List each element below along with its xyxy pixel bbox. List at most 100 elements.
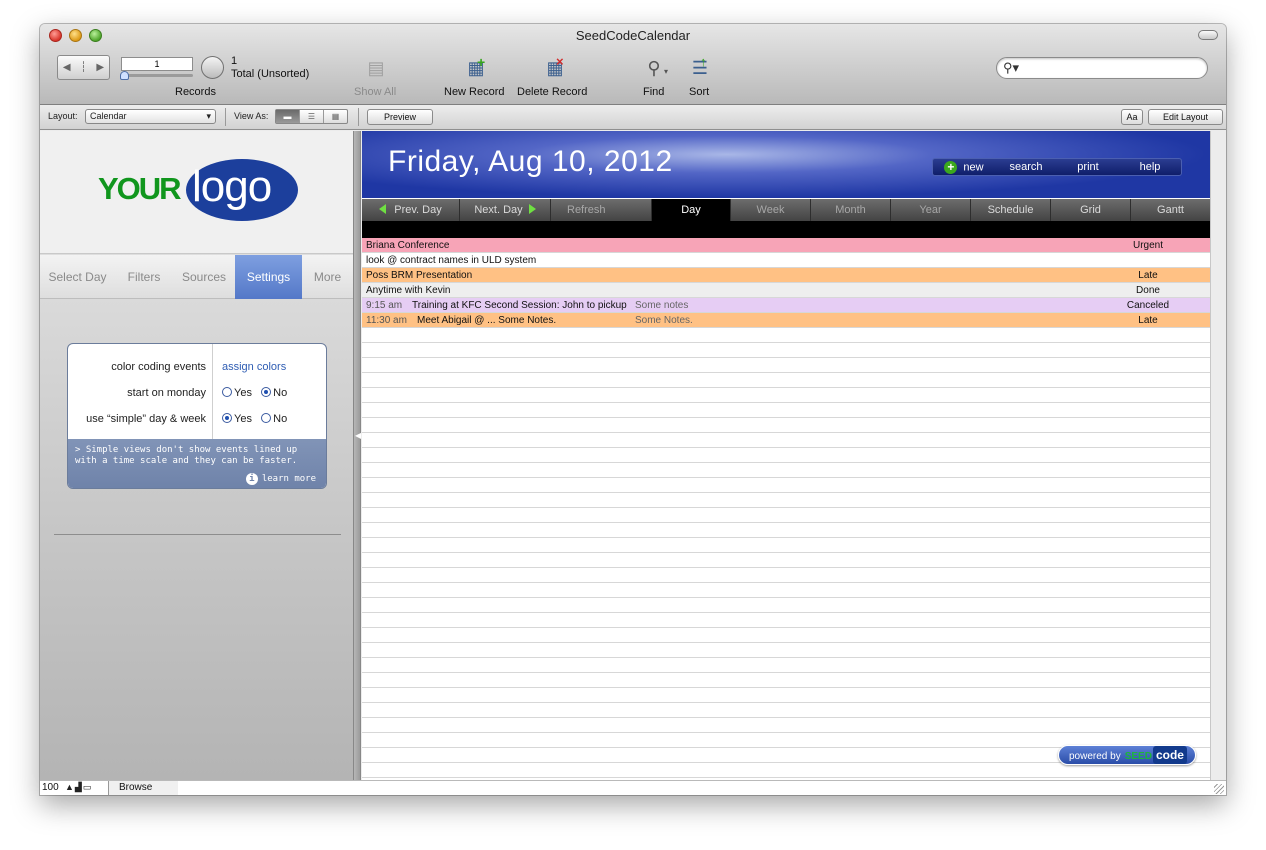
event-title: Meet Abigail @ ... Some Notes. [417, 315, 557, 326]
tab-settings[interactable]: Settings [235, 255, 302, 299]
sort-icon[interactable]: ☰ ↑ [688, 54, 712, 81]
edit-layout-button[interactable]: Edit Layout [1148, 109, 1223, 125]
arrow-left-icon [379, 204, 387, 214]
powered-by-badge[interactable]: powered by SEED code [1058, 745, 1196, 765]
layout-select[interactable]: Calendar ▾ [85, 109, 216, 124]
find-button[interactable]: Find [643, 86, 664, 98]
next-day-button[interactable]: Next. Day [460, 199, 551, 221]
find-icon[interactable]: ⚲ ▾ [642, 57, 668, 81]
event-row[interactable]: Anytime with Kevin Done [362, 283, 1210, 298]
next-record-icon[interactable]: ▶ [96, 62, 104, 73]
event-notes: Some notes [635, 300, 689, 311]
view-as-label: View As: [234, 111, 269, 121]
quick-find-search[interactable]: ⚲▾ [996, 57, 1208, 79]
tab-gantt[interactable]: Gantt [1131, 199, 1210, 221]
setting-label: color coding events [111, 361, 206, 373]
settings-panel: color coding events assign colors start … [67, 343, 327, 489]
record-book-navigator[interactable]: ◀ ┆ ▶ [57, 55, 110, 80]
start-monday-yes-radio[interactable] [222, 387, 232, 397]
panel-splitter[interactable]: ◀ [353, 131, 361, 780]
radio-label: No [273, 387, 288, 399]
layout-bar: Layout: Calendar ▾ View As: ▬ ☰ ▦ Previe… [40, 105, 1226, 130]
tab-sources[interactable]: Sources [173, 255, 235, 299]
assign-colors-link[interactable]: assign colors [222, 357, 286, 377]
zoom-level[interactable]: 100 [42, 782, 59, 793]
setting-label: use “simple” day & week [86, 413, 206, 425]
toolbar-toggle-button[interactable] [1198, 30, 1218, 40]
view-table-icon[interactable]: ▦ [324, 110, 347, 123]
simple-views-no-radio[interactable] [261, 413, 272, 423]
record-count: 1 Total (Unsorted) [231, 55, 309, 81]
tab-year[interactable]: Year [891, 199, 971, 221]
sort-button[interactable]: Sort [689, 86, 709, 98]
search-button[interactable]: search [995, 161, 1057, 173]
current-record-field[interactable]: 1 [121, 57, 193, 71]
prev-day-button[interactable]: Prev. Day [362, 199, 460, 221]
calendar-main: Friday, Aug 10, 2012 + new search print h… [362, 131, 1210, 780]
tab-filters[interactable]: Filters [115, 255, 173, 299]
next-day-label: Next. Day [474, 204, 523, 216]
app-window: SeedCodeCalendar ◀ ┆ ▶ 1 1 Total (Unsort… [40, 24, 1226, 795]
setting-start-monday: start on monday Yes No [68, 383, 326, 403]
delete-record-button[interactable]: Delete Record [517, 86, 587, 98]
record-total: 1 [231, 55, 238, 67]
learn-more-link[interactable]: i learn more [245, 473, 316, 485]
show-all-icon: ▤ [367, 58, 385, 78]
event-row[interactable]: look @ contract names in ULD system [362, 253, 1210, 268]
view-list-icon[interactable]: ☰ [300, 110, 324, 123]
new-event-button[interactable]: + new [933, 160, 995, 174]
show-all-button[interactable]: Show All [354, 86, 396, 98]
simple-views-yes-radio[interactable] [222, 413, 232, 423]
all-day-header [362, 221, 1210, 238]
event-row[interactable]: Poss BRM Presentation Late [362, 268, 1210, 283]
records-label: Records [175, 86, 216, 98]
tab-day[interactable]: Day [652, 199, 731, 221]
event-status: Urgent [1132, 240, 1163, 251]
tab-grid[interactable]: Grid [1051, 199, 1131, 221]
collapse-arrow-icon[interactable]: ◀ [355, 431, 361, 440]
text-formatting-button[interactable]: Aa [1121, 109, 1143, 125]
event-row[interactable]: 11:30 am Meet Abigail @ ... Some Notes. So… [362, 313, 1210, 328]
vertical-scrollbar[interactable] [1210, 131, 1226, 780]
event-status: Canceled [1126, 300, 1170, 311]
record-slider[interactable] [121, 74, 193, 77]
help-button[interactable]: help [1119, 161, 1181, 173]
view-as-segmented[interactable]: ▬ ☰ ▦ [275, 109, 348, 124]
refresh-button[interactable]: Refresh [551, 199, 652, 221]
simple-views-options: Yes No [222, 409, 287, 429]
event-title: look @ contract names in ULD system [366, 255, 537, 266]
event-title: Anytime with Kevin [366, 285, 451, 296]
start-monday-no-radio[interactable] [261, 387, 272, 397]
tab-month[interactable]: Month [811, 199, 891, 221]
radio-label: No [273, 413, 288, 425]
mode-indicator[interactable]: Browse [108, 781, 178, 795]
record-sort-status: Total (Unsorted) [231, 68, 310, 80]
event-status: Done [1136, 285, 1160, 296]
tab-more[interactable]: More [302, 255, 353, 299]
delete-record-icon[interactable]: ▦ × [543, 54, 567, 81]
view-form-icon[interactable]: ▬ [276, 110, 300, 123]
tab-schedule[interactable]: Schedule [971, 199, 1051, 221]
powered-by-text: powered by [1069, 751, 1121, 762]
record-slider-knob[interactable] [120, 71, 129, 80]
calendar-nav: Prev. Day Next. Day Refresh Day Week Mon… [362, 199, 1210, 221]
previous-record-icon[interactable]: ◀ [63, 62, 71, 73]
plus-icon: + [944, 160, 958, 174]
new-record-icon[interactable]: ▦ + [464, 54, 488, 81]
new-record-button[interactable]: New Record [444, 86, 505, 98]
search-icon[interactable]: ⚲▾ [1003, 60, 1019, 75]
tab-week[interactable]: Week [731, 199, 811, 221]
resize-grip-icon[interactable] [1214, 784, 1224, 794]
zoom-controls-icon[interactable]: ▲▟▭ [65, 782, 92, 793]
print-button[interactable]: print [1057, 161, 1119, 173]
event-row[interactable]: 9:15 am Training at KFC Second Session: J… [362, 298, 1210, 313]
preview-button[interactable]: Preview [367, 109, 433, 125]
event-row[interactable]: Briana Conference Urgent [362, 238, 1210, 253]
logo-your-text: YOUR [98, 171, 182, 206]
new-label: new [963, 160, 984, 173]
toolbar-area: SeedCodeCalendar ◀ ┆ ▶ 1 1 Total (Unsort… [40, 24, 1226, 105]
seed-text: SEED [1124, 751, 1152, 762]
tab-select-day[interactable]: Select Day [40, 255, 115, 299]
start-monday-options: Yes No [222, 383, 287, 403]
setting-label: start on monday [127, 387, 206, 399]
